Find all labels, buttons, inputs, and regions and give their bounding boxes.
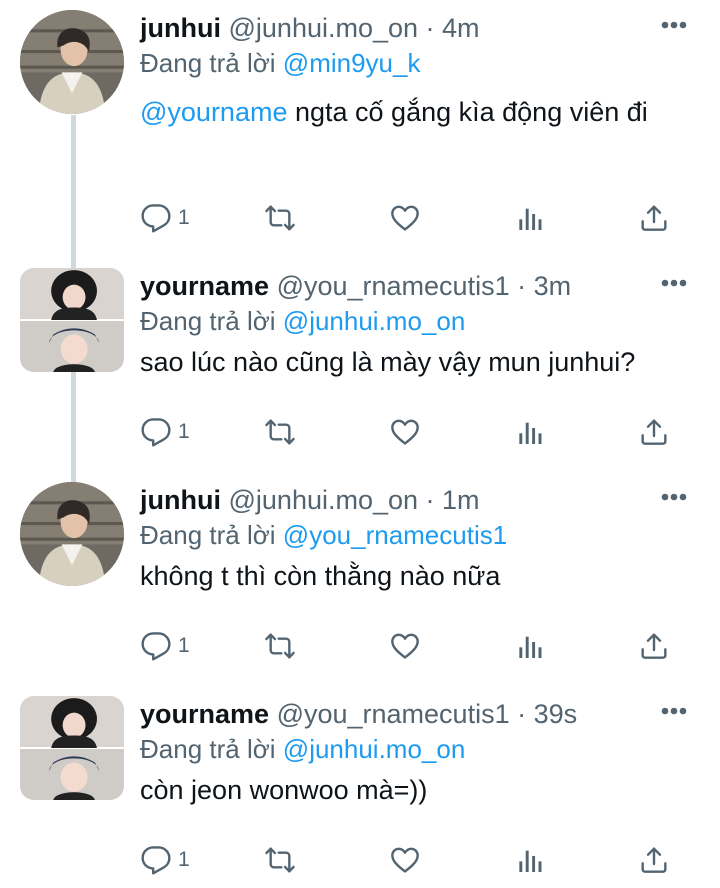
retweet-button[interactable]: [264, 198, 296, 238]
share-icon: [638, 630, 670, 662]
like-button[interactable]: [389, 626, 421, 666]
more-options-icon[interactable]: [654, 266, 694, 300]
like-icon: [389, 202, 421, 234]
retweet-button[interactable]: [264, 626, 296, 666]
share-button[interactable]: [638, 626, 670, 666]
handle[interactable]: @you_rnamecutis1: [277, 699, 510, 729]
share-icon: [638, 202, 670, 234]
analytics-button[interactable]: [514, 626, 546, 666]
reply-button[interactable]: 1: [140, 198, 190, 238]
handle[interactable]: @junhui.mo_on: [229, 13, 419, 43]
tweet-actions: 1: [140, 198, 720, 238]
share-icon: [638, 844, 670, 876]
body-mention[interactable]: @yourname: [140, 97, 287, 127]
replying-label: Đang trả lời: [140, 306, 276, 336]
reply-button[interactable]: 1: [140, 840, 190, 880]
tweet-actions: 1: [140, 412, 720, 452]
reply-button[interactable]: 1: [140, 412, 190, 452]
replying-to-mention[interactable]: @junhui.mo_on: [283, 306, 466, 336]
reply-count: 1: [178, 206, 190, 229]
like-icon: [389, 844, 421, 876]
replying-to: Đang trả lời @junhui.mo_on: [140, 304, 702, 338]
tweet-text: @yourname ngta cố gắng kìa động viên đi: [140, 90, 702, 134]
display-name[interactable]: yourname: [140, 271, 269, 301]
retweet-icon: [264, 844, 296, 876]
tweet-text: không t thì còn thằng nào nữa: [140, 561, 501, 591]
like-icon: [389, 630, 421, 662]
replying-to-mention[interactable]: @you_rnamecutis1: [283, 520, 507, 550]
like-button[interactable]: [389, 198, 421, 238]
handle[interactable]: @junhui.mo_on: [229, 485, 419, 515]
analytics-button[interactable]: [514, 198, 546, 238]
timestamp[interactable]: · 4m: [426, 13, 480, 43]
handle[interactable]: @you_rnamecutis1: [277, 271, 510, 301]
more-options-icon[interactable]: [654, 694, 694, 728]
avatar[interactable]: [20, 482, 124, 586]
reply-button[interactable]: 1: [140, 626, 190, 666]
retweet-icon: [264, 630, 296, 662]
display-name[interactable]: junhui: [140, 485, 221, 515]
tweet-header: junhui @junhui.mo_on · 1m: [140, 482, 702, 518]
analytics-icon: [514, 416, 546, 448]
display-name[interactable]: junhui: [140, 13, 221, 43]
avatar[interactable]: [20, 268, 124, 372]
reply-icon: [140, 202, 172, 234]
like-button[interactable]: [389, 840, 421, 880]
tweet-header: yourname @you_rnamecutis1 · 39s: [140, 696, 702, 732]
tweet-text: còn jeon wonwoo mà=)): [140, 775, 428, 805]
replying-label: Đang trả lời: [140, 520, 276, 550]
retweet-icon: [264, 202, 296, 234]
share-button[interactable]: [638, 198, 670, 238]
share-button[interactable]: [638, 412, 670, 452]
retweet-button[interactable]: [264, 412, 296, 452]
like-icon: [389, 416, 421, 448]
reply-count: 1: [178, 420, 190, 443]
analytics-icon: [514, 844, 546, 876]
share-icon: [638, 416, 670, 448]
avatar[interactable]: [20, 696, 124, 800]
more-options-icon[interactable]: [654, 480, 694, 514]
replying-to: Đang trả lời @you_rnamecutis1: [140, 518, 702, 552]
tweet-header: junhui @junhui.mo_on · 4m: [140, 10, 702, 46]
replying-label: Đang trả lời: [140, 734, 276, 764]
replying-label: Đang trả lời: [140, 48, 276, 78]
display-name[interactable]: yourname: [140, 699, 269, 729]
tweet-header: yourname @you_rnamecutis1 · 3m: [140, 268, 702, 304]
replying-to-mention[interactable]: @min9yu_k: [283, 48, 421, 78]
reply-count: 1: [178, 634, 190, 657]
tweet-actions: 1: [140, 840, 720, 880]
timestamp[interactable]: · 3m: [517, 271, 571, 301]
reply-icon: [140, 416, 172, 448]
avatar[interactable]: [20, 10, 124, 114]
retweet-icon: [264, 416, 296, 448]
tweet-actions: 1: [140, 626, 720, 666]
replying-to: Đang trả lời @min9yu_k: [140, 46, 702, 80]
tweet-text: sao lúc nào cũng là mày vậy mun junhui?: [140, 347, 636, 377]
analytics-button[interactable]: [514, 840, 546, 880]
tweet-body: ngta cố gắng kìa động viên đi: [287, 97, 648, 127]
analytics-icon: [514, 630, 546, 662]
reply-icon: [140, 844, 172, 876]
timestamp[interactable]: · 1m: [426, 485, 480, 515]
retweet-button[interactable]: [264, 840, 296, 880]
reply-count: 1: [178, 848, 190, 871]
analytics-icon: [514, 202, 546, 234]
timestamp[interactable]: · 39s: [517, 699, 577, 729]
more-options-icon[interactable]: [654, 8, 694, 42]
analytics-button[interactable]: [514, 412, 546, 452]
like-button[interactable]: [389, 412, 421, 452]
replying-to-mention[interactable]: @junhui.mo_on: [283, 734, 466, 764]
reply-icon: [140, 630, 172, 662]
share-button[interactable]: [638, 840, 670, 880]
replying-to: Đang trả lời @junhui.mo_on: [140, 732, 702, 766]
